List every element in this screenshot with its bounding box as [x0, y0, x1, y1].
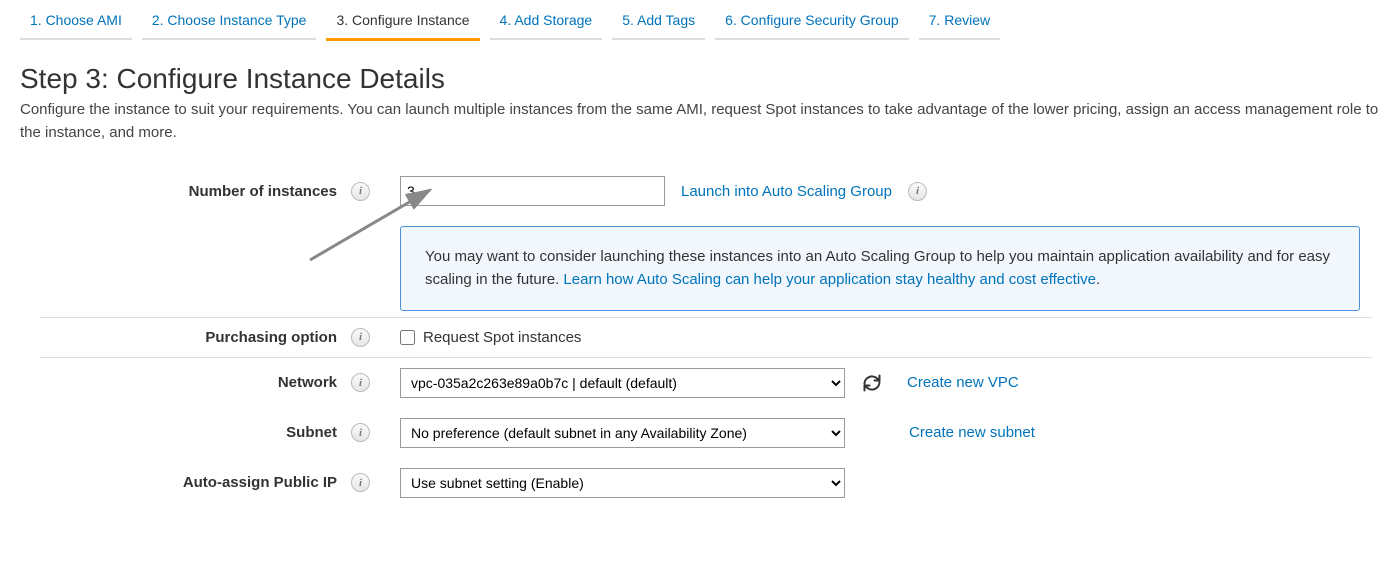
- label-auto-assign-public-ip: Auto-assign Public IP: [183, 474, 337, 491]
- info-icon[interactable]: i: [908, 182, 927, 201]
- asg-notice-period: .: [1096, 271, 1100, 288]
- row-number-of-instances: Number of instances i Launch into Auto S…: [20, 166, 1380, 216]
- label-number-of-instances: Number of instances: [189, 183, 337, 200]
- number-of-instances-input[interactable]: [400, 176, 665, 206]
- info-icon[interactable]: i: [351, 373, 370, 392]
- wizard-step-choose-ami[interactable]: 1. Choose AMI: [20, 6, 132, 40]
- wizard-step-add-tags[interactable]: 5. Add Tags: [612, 6, 705, 40]
- request-spot-label: Request Spot instances: [423, 329, 581, 346]
- subnet-select[interactable]: No preference (default subnet in any Ava…: [400, 418, 845, 448]
- request-spot-checkbox[interactable]: [400, 330, 415, 345]
- page-description: Configure the instance to suit your requ…: [20, 99, 1380, 144]
- info-icon[interactable]: i: [351, 423, 370, 442]
- wizard-step-add-storage[interactable]: 4. Add Storage: [490, 6, 603, 40]
- network-select[interactable]: vpc-035a2c263e89a0b7c | default (default…: [400, 368, 845, 398]
- row-purchasing-option: Purchasing option i Request Spot instanc…: [20, 318, 1380, 357]
- refresh-icon[interactable]: [861, 372, 883, 394]
- wizard-step-configure-security-group[interactable]: 6. Configure Security Group: [715, 6, 909, 40]
- wizard-nav: 1. Choose AMI 2. Choose Instance Type 3.…: [20, 0, 1380, 41]
- launch-asg-link[interactable]: Launch into Auto Scaling Group: [681, 183, 892, 200]
- label-purchasing-option: Purchasing option: [205, 329, 337, 346]
- wizard-step-choose-instance-type[interactable]: 2. Choose Instance Type: [142, 6, 317, 40]
- public-ip-select[interactable]: Use subnet setting (Enable): [400, 468, 845, 498]
- wizard-step-configure-instance[interactable]: 3. Configure Instance: [326, 6, 479, 41]
- row-subnet: Subnet i No preference (default subnet i…: [20, 408, 1380, 458]
- row-auto-assign-public-ip: Auto-assign Public IP i Use subnet setti…: [20, 458, 1380, 508]
- create-subnet-link[interactable]: Create new subnet: [909, 424, 1035, 441]
- asg-learn-more-link[interactable]: Learn how Auto Scaling can help your app…: [563, 271, 1096, 288]
- label-subnet: Subnet: [286, 424, 337, 441]
- wizard-step-review[interactable]: 7. Review: [919, 6, 1000, 40]
- request-spot-checkbox-wrap[interactable]: Request Spot instances: [400, 329, 581, 346]
- page-title: Step 3: Configure Instance Details: [20, 63, 1380, 95]
- create-vpc-link[interactable]: Create new VPC: [907, 374, 1019, 391]
- asg-notice: You may want to consider launching these…: [400, 226, 1360, 311]
- info-icon[interactable]: i: [351, 328, 370, 347]
- info-icon[interactable]: i: [351, 473, 370, 492]
- label-network: Network: [278, 374, 337, 391]
- row-network: Network i vpc-035a2c263e89a0b7c | defaul…: [20, 358, 1380, 408]
- info-icon[interactable]: i: [351, 182, 370, 201]
